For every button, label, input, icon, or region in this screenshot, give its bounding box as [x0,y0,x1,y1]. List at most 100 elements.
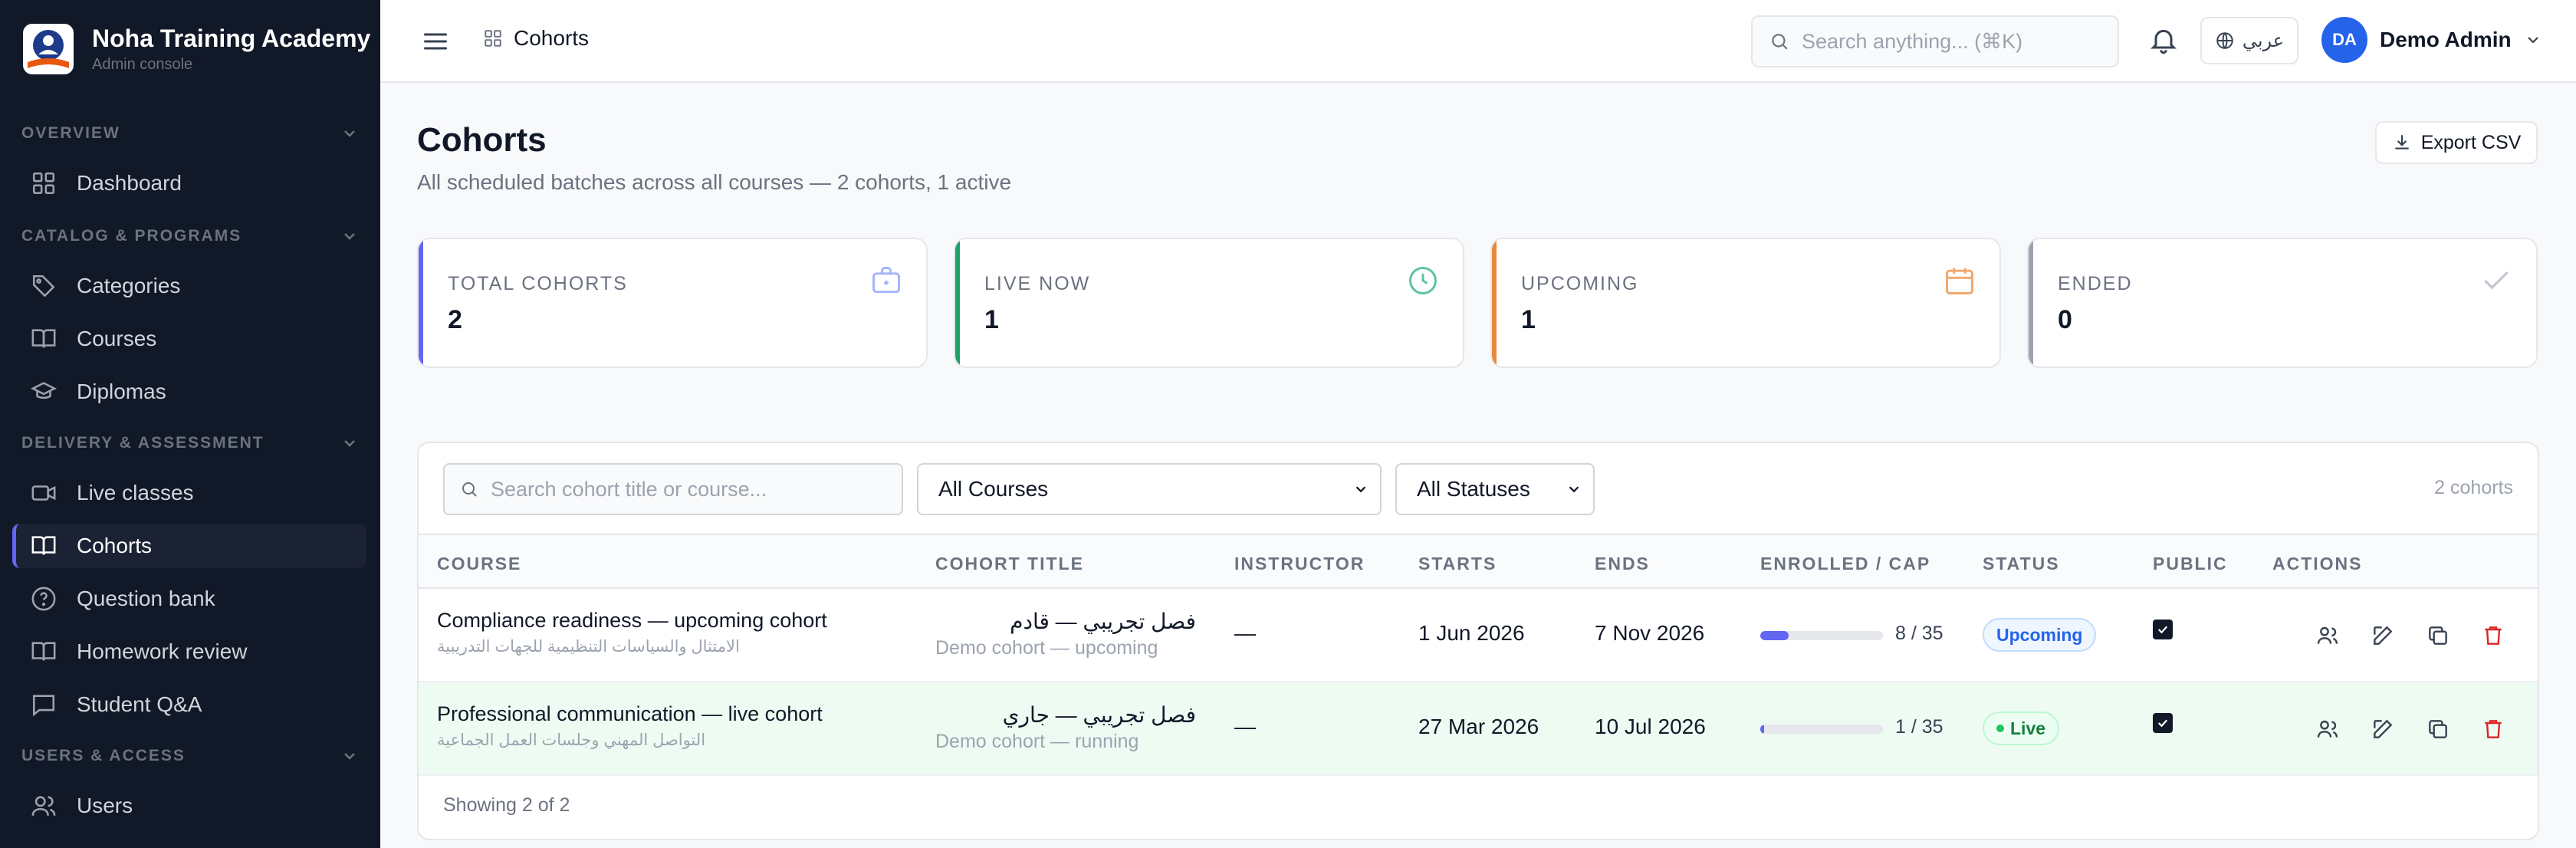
sidebar-item-label: Student Q&A [77,692,202,716]
menu-icon[interactable] [422,28,449,55]
members-icon[interactable] [2315,717,2340,741]
download-icon [2395,135,2409,150]
stat-label: ENDED [2058,273,2133,294]
trash-icon[interactable] [2481,717,2505,741]
enrollment-progress-fill [1760,631,1789,640]
sidebar-item-courses[interactable]: Courses [12,317,366,361]
chevron-down-icon [1569,486,1579,493]
table-row[interactable]: Professional communication — live cohort… [419,682,2538,776]
column-header[interactable]: STATUS [1983,554,2060,574]
brand[interactable]: Noha Training Academy Admin console [23,23,370,75]
copy-icon[interactable] [2426,623,2450,648]
table-row[interactable]: Compliance readiness — upcoming cohort ا… [419,589,2538,682]
search-icon [462,482,477,497]
graduation-cap-icon [31,382,57,399]
column-header[interactable]: COHORT TITLE [935,554,1084,574]
column-header[interactable]: INSTRUCTOR [1234,554,1365,574]
avatar: DA [2321,17,2367,63]
ends-cell: 7 Nov 2026 [1595,621,1705,645]
edit-icon[interactable] [2371,623,2395,648]
section-delivery[interactable]: DELIVERY & ASSESSMENT [0,428,380,459]
language-toggle[interactable]: عربي [2200,17,2298,64]
sidebar-item-label: Live classes [77,481,194,505]
course-filter-value: All Courses [938,477,1049,501]
enrollment-progress [1760,725,1883,734]
ends-cell: 10 Jul 2026 [1595,715,1706,738]
sidebar-item-users[interactable]: Users [12,784,366,828]
chevron-down-icon [344,440,355,447]
section-users[interactable]: USERS & ACCESS [0,741,380,771]
trash-icon[interactable] [2481,623,2505,648]
column-header[interactable]: COURSE [437,554,521,574]
check-icon [2157,719,2168,728]
section-overview[interactable]: OVERVIEW [0,118,380,149]
status-text: Live [2010,718,2046,738]
status-filter-select[interactable]: All Statuses [1395,463,1595,515]
sidebar-item-homework-review[interactable]: Homework review [12,629,366,674]
app-name: Noha Training Academy [92,25,371,52]
column-header[interactable]: PUBLIC [2153,554,2228,574]
cohort-search-input[interactable]: Search cohort title or course... [443,463,903,515]
course-title[interactable]: Professional communication — live cohort [437,702,823,726]
table-header: COURSE COHORT TITLE INSTRUCTOR STARTS EN… [419,534,2538,589]
column-header[interactable]: ENDS [1595,554,1650,574]
clock-icon [1409,267,1437,294]
stat-value: 2 [448,305,462,334]
public-checkbox[interactable] [2153,620,2173,639]
chevron-down-icon [344,130,355,137]
message-icon [32,695,55,717]
enrolled-count: 8 / 35 [1895,623,1944,644]
sidebar-item-cohorts[interactable]: Cohorts [12,524,366,568]
stat-card-upcoming: UPCOMING 1 [1490,238,2001,368]
copy-icon[interactable] [2426,717,2450,741]
check-icon [2157,626,2168,634]
course-arabic-title: التواصل المهني وجلسات العمل الجماعية [437,731,706,749]
chevron-down-icon [344,753,355,760]
sidebar-item-live-classes[interactable]: Live classes [12,471,366,515]
page-title: Cohorts [417,121,547,159]
export-csv-label: Export CSV [2420,131,2522,153]
export-csv-button[interactable]: Export CSV [2375,121,2538,164]
column-header[interactable]: ENROLLED / CAP [1760,554,1930,574]
stat-accent-bar [419,239,423,366]
global-search-input[interactable]: Search anything... (⌘K) [1751,15,2119,67]
sidebar-item-categories[interactable]: Categories [12,264,366,308]
sidebar-item-label: Cohorts [77,534,153,557]
sidebar-item-student-qa[interactable]: Student Q&A [12,682,366,727]
course-title[interactable]: Compliance readiness — upcoming cohort [437,609,827,633]
sidebar-item-question-bank[interactable]: Question bank [12,577,366,621]
stat-value: 1 [984,305,999,334]
sidebar-item-label: Categories [77,274,181,297]
sidebar-item-label: Dashboard [77,171,182,195]
users-icon [31,796,56,816]
stat-label: UPCOMING [1521,273,1639,294]
members-icon[interactable] [2315,623,2340,648]
page-subtitle: All scheduled batches across all courses… [417,170,1012,194]
sidebar-item-label: Courses [77,327,157,350]
status-badge: Live [1983,712,2060,745]
cohorts-table-card: Search cohort title or course... All Cou… [417,442,2539,840]
edit-icon[interactable] [2371,717,2395,741]
globe-icon [2216,32,2233,49]
topbar: Cohorts Search anything... (⌘K) عربي DA … [380,0,2576,83]
breadcrumb-current[interactable]: Cohorts [514,26,589,51]
bell-icon[interactable] [2148,25,2179,55]
stat-value: 0 [2058,305,2072,334]
public-checkbox[interactable] [2153,713,2173,733]
cohort-arabic-title: فصل تجريبي — قادم [1010,610,1196,633]
cohort-cell: فصل تجريبي — جاري Demo cohort — running [935,702,1196,753]
cohort-english-title: Demo cohort — upcoming [935,637,1158,659]
grid-icon [485,30,501,47]
sidebar-item-label: Users [77,794,133,817]
course-filter-select[interactable]: All Courses [917,463,1382,515]
sidebar-item-label: Diplomas [77,380,166,403]
user-menu[interactable]: DA Demo Admin [2321,17,2542,63]
instructor-cell: — [1234,715,1256,738]
sidebar-item-dashboard[interactable]: Dashboard [12,161,366,205]
status-badge: Upcoming [1983,618,2097,652]
section-catalog[interactable]: CATALOG & PROGRAMS [0,221,380,251]
column-header[interactable]: STARTS [1418,554,1497,574]
sidebar-item-diplomas[interactable]: Diplomas [12,370,366,414]
calendar-icon [1946,268,1973,294]
section-label: USERS & ACCESS [21,747,186,764]
